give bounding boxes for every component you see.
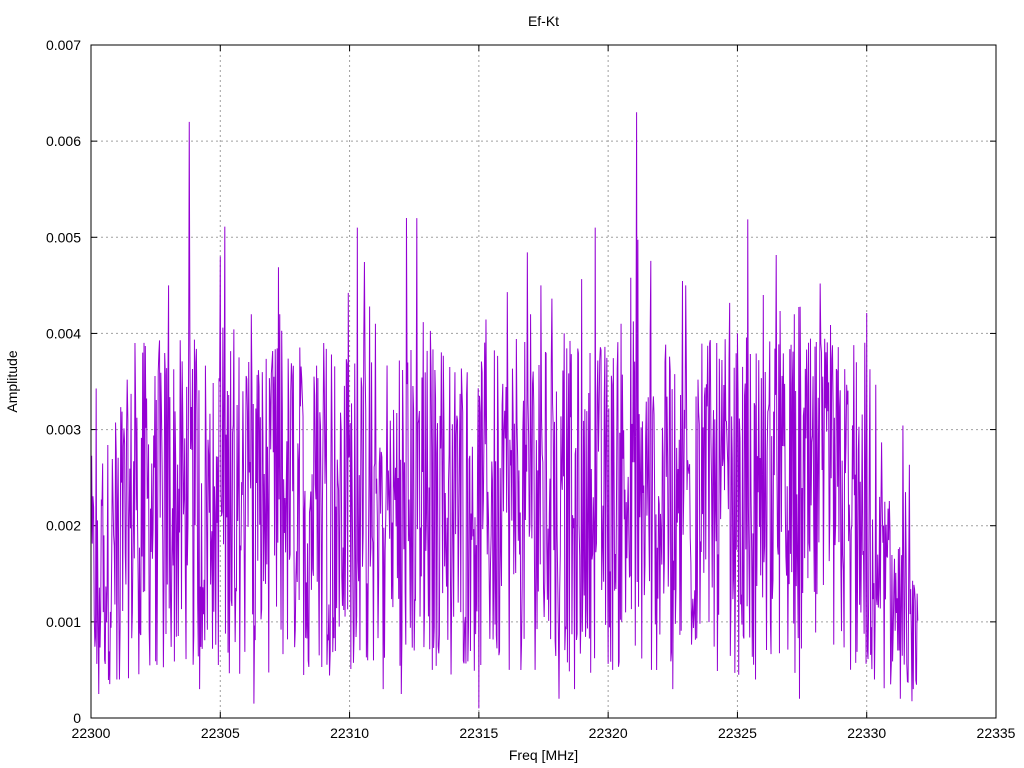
x-axis-title: Freq [MHz] (509, 747, 578, 763)
y-tick-label: 0.004 (46, 325, 81, 341)
y-tick-label: 0.007 (46, 37, 81, 53)
x-tick-label: 22315 (459, 725, 498, 741)
y-tick-label: 0.003 (46, 422, 81, 438)
x-tick-label: 22300 (72, 725, 111, 741)
y-tick-label: 0.001 (46, 614, 81, 630)
x-tick-label: 22330 (847, 725, 886, 741)
y-tick-label: 0 (73, 710, 81, 726)
x-tick-label: 22320 (589, 725, 628, 741)
y-tick-label: 0.006 (46, 133, 81, 149)
y-tick-label: 0.002 (46, 518, 81, 534)
x-tick-label: 22305 (201, 725, 240, 741)
y-tick-label: 0.005 (46, 229, 81, 245)
chart: 22300 22305 22310 22315 22320 22325 22330 22335… (0, 0, 1024, 768)
x-tick-label: 22310 (330, 725, 369, 741)
x-tick-label: 22325 (718, 725, 757, 741)
y-axis-title: Amplitude (4, 350, 20, 412)
chart-title: Ef-Kt (528, 13, 559, 29)
x-tick-label: 22335 (977, 725, 1016, 741)
